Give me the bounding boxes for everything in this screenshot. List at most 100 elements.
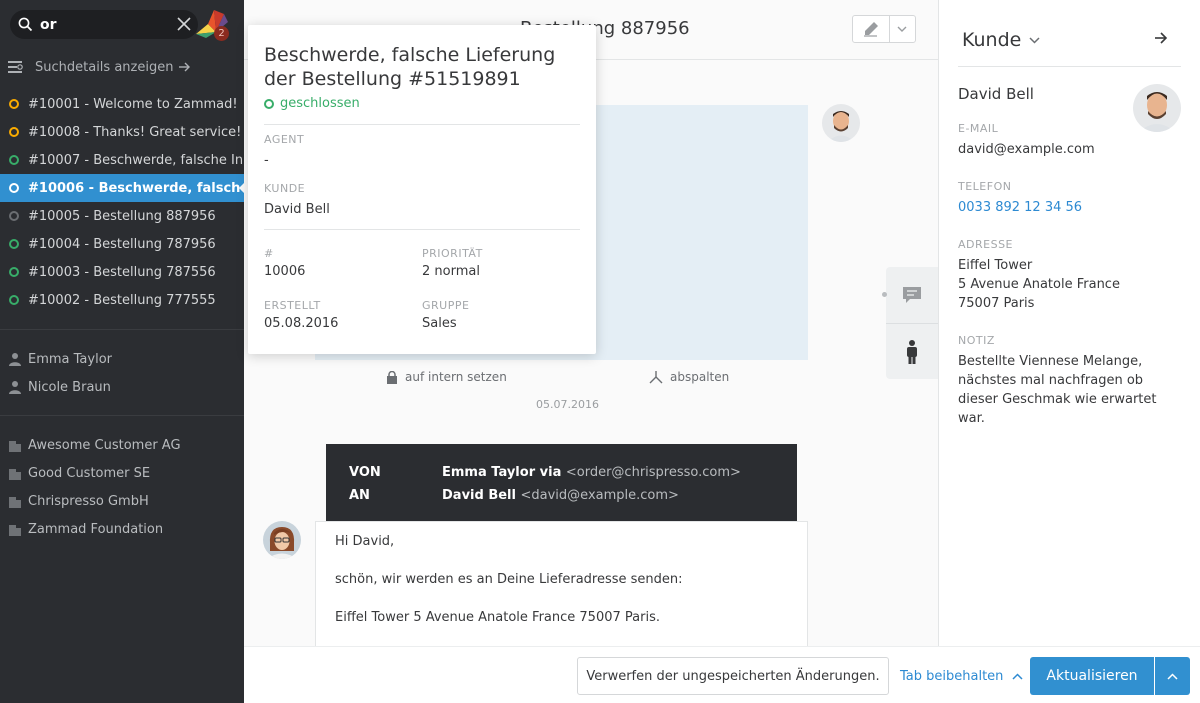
ticket-item[interactable]: #10002 - Bestellung 777555 — [0, 286, 244, 314]
popover-group: GRUPPE Sales — [422, 299, 469, 331]
organization-name: Zammad Foundation — [28, 521, 164, 537]
agent-value: - — [264, 153, 269, 168]
person-icon — [907, 339, 917, 364]
ticket-item[interactable]: #10007 - Beschwerde, falsche Inhalte — [0, 146, 244, 174]
popover-number: # 10006 — [264, 247, 305, 279]
user-item[interactable]: Emma Taylor — [0, 345, 244, 373]
address-line: 5 Avenue Anatole France — [958, 277, 1120, 292]
status-open-icon — [9, 99, 19, 109]
agent-avatar[interactable] — [263, 521, 301, 559]
ticket-item[interactable]: #10003 - Bestellung 787556 — [0, 258, 244, 286]
priority-label: PRIORITÄT — [422, 247, 483, 260]
organization-name: Good Customer SE — [28, 465, 151, 481]
discard-changes-button[interactable]: Verwerfen der ungespeicherten Änderungen… — [577, 657, 889, 695]
notification-badge: 2 — [214, 26, 229, 41]
email-from-row: VON Emma Taylor via <order@chrispresso.c… — [349, 465, 741, 480]
divider — [958, 66, 1181, 67]
ticket-label: #10003 - Bestellung 787556 — [28, 264, 216, 280]
zammad-logo[interactable]: 2 — [194, 8, 230, 42]
tab-customer[interactable] — [886, 323, 938, 379]
ticket-label: #10007 - Beschwerde, falsche Inhalte — [28, 152, 244, 168]
status-closed-icon — [9, 183, 19, 193]
user-search-results: Emma Taylor Nicole Braun — [0, 345, 244, 401]
from-address[interactable]: <order@chrispresso.com> — [566, 465, 741, 480]
search-box — [10, 10, 198, 39]
organization-name: Awesome Customer AG — [28, 437, 181, 453]
created-value: 05.08.2016 — [264, 316, 339, 331]
email-line: schön, wir werden es an Deine Lieferadre… — [335, 572, 683, 587]
customer-avatar[interactable] — [822, 104, 860, 142]
update-options-button[interactable] — [1155, 657, 1190, 695]
to-name[interactable]: David Bell — [442, 488, 516, 503]
user-name: Emma Taylor — [28, 351, 112, 367]
note-label: NOTIZ — [958, 334, 995, 347]
article-date: 05.07.2016 — [536, 398, 599, 411]
person-icon — [9, 353, 21, 366]
chevron-up-icon — [1167, 672, 1178, 680]
divider — [0, 329, 244, 330]
organization-item[interactable]: Good Customer SE — [0, 459, 244, 487]
update-button[interactable]: Aktualisieren — [1030, 657, 1154, 695]
split-icon — [649, 371, 663, 384]
search-input[interactable] — [40, 14, 170, 35]
user-name: Nicole Braun — [28, 379, 111, 395]
from-name[interactable]: Emma Taylor via — [442, 465, 561, 480]
building-icon — [9, 441, 21, 452]
ticket-popover: Beschwerde, falsche Lieferung der Bestel… — [248, 25, 596, 354]
email-line: Eiffel Tower 5 Avenue Anatole France 750… — [335, 610, 660, 625]
keep-tab-label: Tab beibehalten — [900, 668, 1004, 684]
organization-item[interactable]: Zammad Foundation — [0, 515, 244, 543]
status-closed-icon — [9, 239, 19, 249]
set-internal-action[interactable]: auf intern setzen — [386, 370, 507, 384]
ticket-item[interactable]: #10008 - Thanks! Great service! — [0, 118, 244, 146]
ticket-label: #10004 - Bestellung 787956 — [28, 236, 216, 252]
set-internal-label: auf intern setzen — [405, 370, 507, 384]
ticket-actions — [852, 15, 916, 43]
ticket-search-results: #10001 - Welcome to Zammad! #10008 - Tha… — [0, 90, 244, 314]
organization-item[interactable]: Chrispresso GmbH — [0, 487, 244, 515]
chevron-down-icon — [1029, 36, 1040, 44]
status-open-icon — [9, 127, 19, 137]
customer-email[interactable]: david@example.com — [958, 140, 1188, 159]
sidebar-tabs — [882, 267, 938, 379]
customer-phone[interactable]: 0033 892 12 34 56 — [958, 198, 1188, 217]
customer-panel-header[interactable]: Kunde — [962, 29, 1040, 51]
customer-name: David Bell — [958, 85, 1034, 103]
chevron-down-icon — [897, 26, 907, 32]
avatar-image — [263, 521, 301, 559]
ticket-item-active[interactable]: #10006 - Beschwerde, falsche Lieferung — [0, 174, 244, 202]
more-actions-button[interactable] — [888, 16, 915, 42]
ticket-item[interactable]: #10004 - Bestellung 787956 — [0, 230, 244, 258]
customer-note: Bestellte Viennese Melange, nächstes mal… — [958, 354, 1157, 426]
tab-ticket[interactable] — [886, 267, 938, 323]
arrow-right-icon — [179, 62, 191, 72]
building-icon — [9, 525, 21, 536]
search-details-link[interactable]: Suchdetails anzeigen — [8, 57, 191, 77]
edit-button[interactable] — [853, 16, 889, 42]
navigation-sidebar: 2 Suchdetails anzeigen #10001 - Welcome … — [0, 0, 244, 703]
to-address[interactable]: <david@example.com> — [521, 488, 679, 503]
email-to-row: AN David Bell <david@example.com> — [349, 488, 679, 503]
from-label: VON — [349, 465, 381, 480]
chevron-up-icon — [1012, 672, 1023, 680]
split-action[interactable]: abspalten — [649, 370, 729, 384]
building-icon — [9, 497, 21, 508]
ticket-item[interactable]: #10005 - Bestellung 887956 — [0, 202, 244, 230]
number-label: # — [264, 247, 274, 260]
clear-search-icon[interactable] — [176, 16, 192, 32]
customer-avatar[interactable] — [1133, 84, 1181, 132]
organization-item[interactable]: Awesome Customer AG — [0, 431, 244, 459]
collapse-panel-icon[interactable] — [1155, 32, 1168, 44]
status-closed-icon — [264, 98, 274, 109]
ticket-item[interactable]: #10001 - Welcome to Zammad! — [0, 90, 244, 118]
organization-name: Chrispresso GmbH — [28, 493, 149, 509]
popover-state: geschlossen — [264, 96, 580, 111]
group-value: Sales — [422, 316, 457, 331]
priority-value: 2 normal — [422, 264, 480, 279]
keep-tab-toggle[interactable]: Tab beibehalten — [900, 657, 1023, 695]
filter-lines-icon — [8, 61, 23, 73]
user-item[interactable]: Nicole Braun — [0, 373, 244, 401]
lock-icon — [387, 370, 397, 384]
organization-search-results: Awesome Customer AG Good Customer SE Chr… — [0, 431, 244, 543]
status-closed-icon — [9, 295, 19, 305]
